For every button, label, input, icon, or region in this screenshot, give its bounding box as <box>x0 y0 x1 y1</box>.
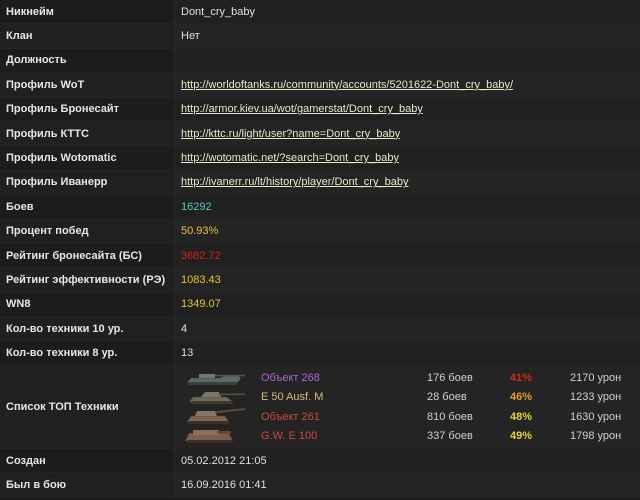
row-label: Создан <box>0 448 175 474</box>
row-profile-kttc: Профиль КТТС http://kttc.ru/light/user?n… <box>0 121 640 147</box>
tank-damage: 1798 урон <box>570 430 622 443</box>
row-label: Должность <box>0 48 175 74</box>
row-label: Был в бою <box>0 472 175 498</box>
artillery-icon <box>184 430 234 444</box>
profile-ivanerr-link[interactable]: http://ivanerr.ru/lt/history/player/Dont… <box>181 176 408 188</box>
row-tier10-count: Кол-во техники 10 ур. 4 <box>0 316 640 342</box>
list-item: E 50 Ausf. M 28 боев 46% 1233 урон <box>175 387 640 407</box>
tank-winrate: 41% <box>510 371 533 384</box>
row-last-battle: Был в бою 16.09.2016 01:41 <box>0 472 640 498</box>
top-tanks-list: Объект 268 176 боев 41% 2170 урон E 50 A… <box>175 368 640 446</box>
row-position: Должность <box>0 48 640 74</box>
row-label: Профиль КТТС <box>0 121 175 147</box>
row-label: Список ТОП Техники <box>0 365 175 449</box>
artillery-icon <box>186 407 245 424</box>
list-item: Объект 268 176 боев 41% 2170 урон <box>175 368 640 388</box>
tank-damage: 1630 урон <box>570 410 622 423</box>
row-label: Профиль Wotomatic <box>0 145 175 171</box>
last-battle-value: 16.09.2016 01:41 <box>174 472 640 498</box>
row-profile-wot: Профиль WoT http://worldoftanks.ru/commu… <box>0 72 640 98</box>
row-label: Рейтинг бронесайта (БС) <box>0 243 175 269</box>
tank-name: G.W. E 100 <box>261 430 318 443</box>
list-item: Объект 261 810 боев 48% 1630 урон <box>175 407 640 427</box>
list-item: G.W. E 100 337 боев 49% 1798 урон <box>175 426 640 446</box>
row-battles: Боев 16292 <box>0 194 640 220</box>
player-profile-table: Никнейм Dont_cry_baby Клан Нет Должность… <box>0 0 640 498</box>
row-wn8: WN8 1349.07 <box>0 292 640 318</box>
row-top-tanks: Список ТОП Техники Объект 268 176 боев 4… <box>0 365 640 449</box>
row-tier8-count: Кол-во техники 8 ур. 13 <box>0 340 640 366</box>
row-label: Процент побед <box>0 219 175 244</box>
tier10-count-value: 4 <box>174 316 640 342</box>
row-label: Кол-во техники 8 ур. <box>0 340 175 366</box>
row-profile-wotomatic: Профиль Wotomatic http://wotomatic.net/?… <box>0 145 640 171</box>
tank-winrate: 48% <box>510 410 533 423</box>
row-clan: Клан Нет <box>0 23 640 49</box>
nickname-value: Dont_cry_baby <box>174 0 640 25</box>
row-profile-armor: Профиль Бронесайт http://armor.kiev.ua/w… <box>0 97 640 122</box>
row-label: Профиль Бронесайт <box>0 97 175 122</box>
battles-value: 16292 <box>174 194 640 220</box>
tank-name: Объект 268 <box>261 371 320 384</box>
profile-armor-link[interactable]: http://armor.kiev.ua/wot/gamerstat/Dont_… <box>181 103 423 115</box>
row-created: Создан 05.02.2012 21:05 <box>0 448 640 474</box>
row-label: Боев <box>0 194 175 220</box>
row-label: Клан <box>0 23 175 49</box>
tank-battles: 176 боев <box>427 371 473 384</box>
tank-damage: 1233 урон <box>570 391 622 404</box>
tank-battles: 28 боев <box>427 391 467 404</box>
profile-wotomatic-link[interactable]: http://wotomatic.net/?search=Dont_cry_ba… <box>181 152 399 164</box>
tank-winrate: 46% <box>510 391 533 404</box>
tank-damage: 2170 урон <box>570 371 622 384</box>
position-value <box>174 48 640 74</box>
tier8-count-value: 13 <box>174 340 640 366</box>
row-label: Профиль Иванерр <box>0 170 175 196</box>
row-label: Никнейм <box>0 0 175 25</box>
wn8-value: 1349.07 <box>174 292 640 318</box>
efficiency-rating-value: 1083.43 <box>174 267 640 293</box>
row-label: Кол-во техники 10 ур. <box>0 316 175 342</box>
row-efficiency-rating: Рейтинг эффективности (РЭ) 1083.43 <box>0 267 640 293</box>
winrate-value: 50.93% <box>174 219 640 244</box>
row-label: Профиль WoT <box>0 72 175 98</box>
clan-value: Нет <box>174 23 640 49</box>
row-profile-ivanerr: Профиль Иванерр http://ivanerr.ru/lt/his… <box>0 170 640 196</box>
tank-name: Объект 261 <box>261 410 320 423</box>
row-label: Рейтинг эффективности (РЭ) <box>0 267 175 293</box>
tank-battles: 810 боев <box>427 410 473 423</box>
tank-battles: 337 боев <box>427 430 473 443</box>
tank-name: E 50 Ausf. M <box>261 391 324 404</box>
medium-tank-icon <box>188 392 245 405</box>
tank-destroyer-icon <box>186 373 245 385</box>
row-armor-rating: Рейтинг бронесайта (БС) 3682.72 <box>0 243 640 269</box>
armor-rating-value: 3682.72 <box>174 243 640 269</box>
row-label: WN8 <box>0 292 175 318</box>
profile-kttc-link[interactable]: http://kttc.ru/light/user?name=Dont_cry_… <box>181 128 400 140</box>
tank-winrate: 49% <box>510 430 533 443</box>
row-winrate: Процент побед 50.93% <box>0 219 640 244</box>
profile-wot-link[interactable]: http://worldoftanks.ru/community/account… <box>181 79 513 91</box>
created-value: 05.02.2012 21:05 <box>174 448 640 474</box>
row-nickname: Никнейм Dont_cry_baby <box>0 0 640 25</box>
